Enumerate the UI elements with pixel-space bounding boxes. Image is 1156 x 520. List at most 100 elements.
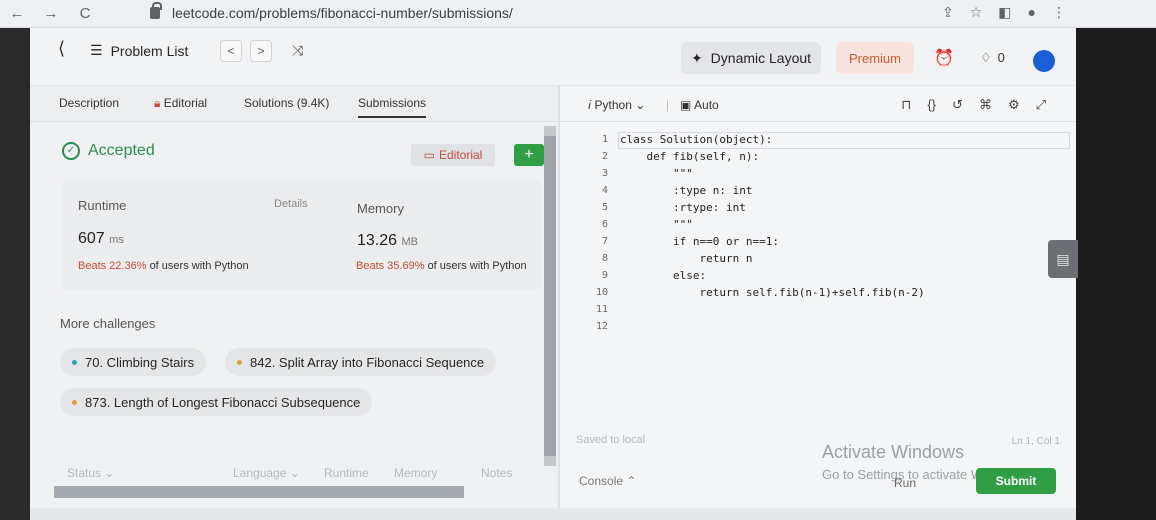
runtime-label: Runtime xyxy=(78,198,127,213)
shuffle-icon[interactable]: ⤨ xyxy=(292,42,303,59)
leetcode-logo-icon[interactable]: ⟨ xyxy=(58,38,78,60)
language-header-label: Language xyxy=(233,466,287,480)
auto-mode-button[interactable]: ▣ Auto xyxy=(680,98,719,112)
code-line: """ xyxy=(620,167,693,180)
run-button[interactable]: Run xyxy=(862,470,948,496)
chevron-down-icon: ⌄ xyxy=(289,466,300,480)
menu-dots-icon[interactable]: ⋮ xyxy=(1052,4,1066,21)
code-panel: 𝑖 Python ⌄ | ▣ Auto ⊓ {} ↺ ⌘ ⚙ ⤢ 1 class… xyxy=(560,86,1076,520)
streak-counter[interactable]: ♢ 0 xyxy=(980,50,1005,66)
settings-gear-icon[interactable]: ⚙ xyxy=(1008,97,1020,113)
back-arrow-icon[interactable]: ← xyxy=(0,5,34,22)
scrollbar-thumb[interactable] xyxy=(544,136,556,456)
notes-column-header[interactable]: Notes xyxy=(481,466,512,480)
console-toggle[interactable]: Console ⌃ xyxy=(579,474,636,488)
windows-watermark-title: Activate Windows xyxy=(822,442,965,462)
challenge-chip[interactable]: 873. Length of Longest Fibonacci Subsequ… xyxy=(60,388,373,416)
tab-submissions[interactable]: Submissions xyxy=(358,96,427,118)
chevron-down-icon: ⌄ xyxy=(635,98,646,112)
code-line: class Solution(object): xyxy=(620,133,773,146)
mode-label: Auto xyxy=(694,98,719,112)
info-icon: 𝑖 xyxy=(588,98,592,112)
code-line: """ xyxy=(620,218,693,231)
tab-editorial-label: Editorial xyxy=(163,96,208,110)
code-editor[interactable]: 1 class Solution(object): 2 def fib(self… xyxy=(560,132,1070,362)
line-number: 4 xyxy=(601,185,608,196)
dynamic-layout-button[interactable]: ✦ Dynamic Layout xyxy=(681,42,821,74)
saved-status: Saved to local xyxy=(576,434,646,446)
prev-problem-button[interactable]: < xyxy=(220,40,242,62)
code-line: def fib(self, n): xyxy=(620,150,760,163)
braces-icon[interactable]: {} xyxy=(927,97,936,113)
status-header-label: Status xyxy=(67,466,102,480)
language-select[interactable]: 𝑖 Python ⌄ xyxy=(588,98,645,113)
difficulty-dot xyxy=(237,359,242,365)
challenge-chip[interactable]: 842. Split Array into Fibonacci Sequence xyxy=(225,348,497,376)
challenge-label: 70. Climbing Stairs xyxy=(85,354,195,370)
code-line: return self.fib(n-1)+self.fib(n-2) xyxy=(620,286,925,299)
problem-list-button[interactable]: ☰ Problem List xyxy=(90,42,188,59)
list-icon: ☰ xyxy=(90,42,103,58)
problem-list-label: Problem List xyxy=(110,42,189,59)
memory-unit: MB xyxy=(401,236,419,248)
submit-button[interactable]: Submit xyxy=(976,468,1056,494)
line-number: 7 xyxy=(601,236,608,247)
details-link[interactable]: Details xyxy=(274,198,308,210)
bookmark-icon[interactable]: ⊓ xyxy=(901,97,911,113)
status-column-header[interactable]: Status ⌄ xyxy=(67,466,114,480)
runtime-beats-text: of users with Python xyxy=(149,260,249,272)
toolbar-separator: | xyxy=(666,98,670,112)
line-number: 1 xyxy=(601,134,608,145)
line-number: 10 xyxy=(595,287,608,298)
alarm-clock-icon[interactable]: ⏰ xyxy=(934,48,954,68)
code-line: :rtype: int xyxy=(620,201,746,214)
profile-icon[interactable]: ● xyxy=(1028,4,1036,21)
lock-icon: ▣ xyxy=(680,98,692,112)
memory-value: 13.26 MB xyxy=(357,232,418,250)
stats-card: Runtime Details Memory 607 ms 13.26 MB B… xyxy=(62,180,542,290)
sidebar-icon[interactable]: ◧ xyxy=(998,4,1011,21)
share-icon[interactable]: ⇪ xyxy=(942,4,954,21)
tab-editorial[interactable]: 🔒︎ Editorial xyxy=(154,96,207,111)
more-challenges-heading: More challenges xyxy=(60,316,156,331)
tab-solutions[interactable]: Solutions (9.4K) xyxy=(244,96,329,110)
reload-icon[interactable]: C xyxy=(68,5,102,22)
left-panel: Description 🔒︎ Editorial Solutions (9.4K… xyxy=(30,86,558,520)
challenge-chip[interactable]: 70. Climbing Stairs xyxy=(60,348,207,376)
dynamic-layout-label: Dynamic Layout xyxy=(710,50,812,66)
address-bar[interactable]: leetcode.com/problems/fibonacci-number/s… xyxy=(150,2,513,24)
reset-icon[interactable]: ↺ xyxy=(952,97,963,113)
memory-label: Memory xyxy=(357,201,404,216)
editorial-button[interactable]: ▭ Editorial xyxy=(411,144,495,166)
vertical-scrollbar[interactable] xyxy=(544,126,556,466)
memory-column-header[interactable]: Memory xyxy=(394,466,437,480)
tab-bar: Description 🔒︎ Editorial Solutions (9.4K… xyxy=(30,86,558,122)
tab-description[interactable]: Description xyxy=(59,96,119,110)
star-icon[interactable]: ☆ xyxy=(970,4,983,21)
runtime-unit: ms xyxy=(109,234,124,246)
status-text: Accepted xyxy=(88,142,155,159)
sparkle-icon: ✦ xyxy=(690,49,703,66)
line-number: 11 xyxy=(595,304,608,315)
line-number: 3 xyxy=(601,168,608,179)
language-label: Python xyxy=(594,98,632,112)
horizontal-scrollbar[interactable] xyxy=(54,486,464,498)
command-icon[interactable]: ⌘ xyxy=(979,97,992,113)
next-problem-button[interactable]: > xyxy=(250,40,272,62)
lock-icon xyxy=(150,2,162,19)
line-number: 9 xyxy=(601,270,608,281)
code-line: if n==0 or n==1: xyxy=(620,235,779,248)
avatar[interactable] xyxy=(1033,50,1055,72)
expand-icon[interactable]: ⤢ xyxy=(1036,97,1046,113)
premium-button[interactable]: Premium xyxy=(836,42,914,74)
line-number: 2 xyxy=(601,151,608,162)
memory-beats: Beats 35.69% of users with Python xyxy=(356,260,527,272)
add-note-button[interactable]: + xyxy=(514,144,544,166)
language-column-header[interactable]: Language ⌄ xyxy=(233,466,300,480)
runtime-column-header[interactable]: Runtime xyxy=(324,466,369,480)
side-document-icon[interactable]: ▤ xyxy=(1048,240,1078,278)
browser-icons: ⇪ ☆ ◧ ● ⋮ xyxy=(942,4,1066,21)
chevron-up-icon: ⌃ xyxy=(626,474,637,488)
runtime-value: 607 ms xyxy=(78,230,124,248)
forward-arrow-icon[interactable]: → xyxy=(34,5,68,22)
